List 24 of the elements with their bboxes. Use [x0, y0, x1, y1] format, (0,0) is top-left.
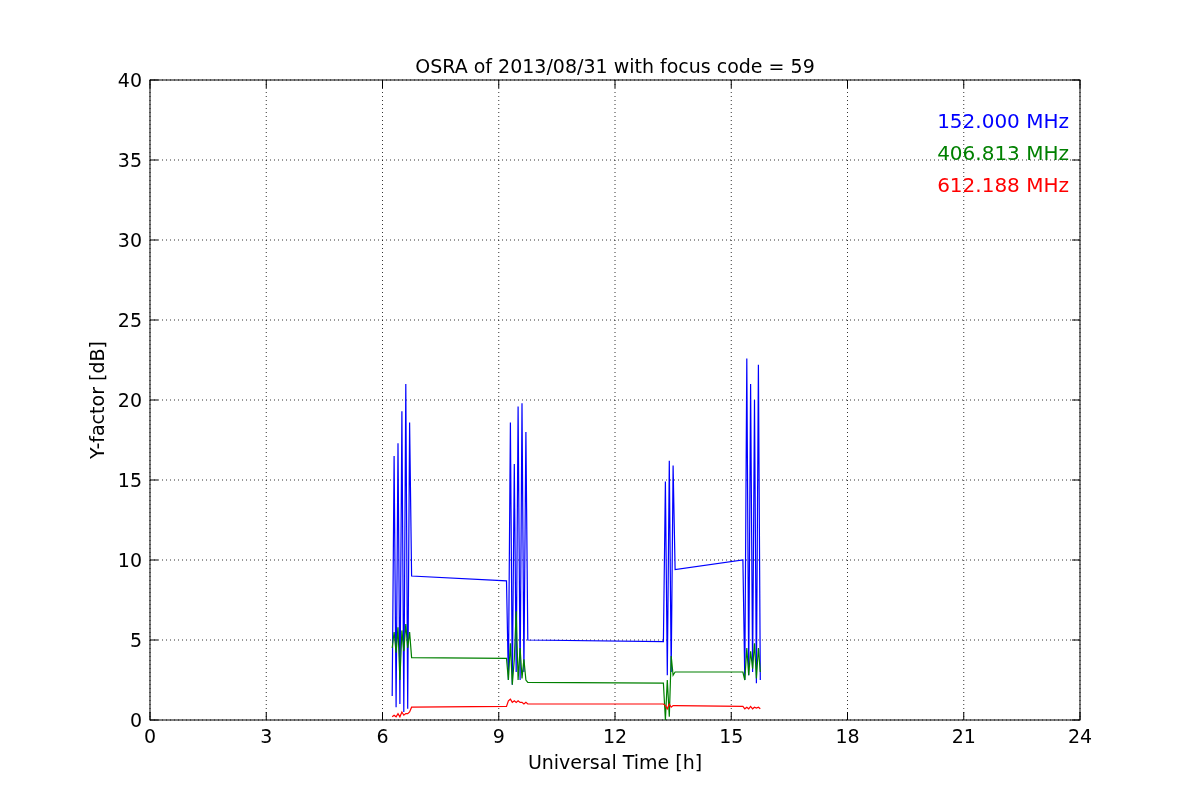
y-tick-label: 40 — [117, 69, 142, 91]
legend-label: 612.188 MHz — [937, 173, 1069, 197]
x-tick-label: 3 — [260, 725, 273, 747]
x-tick-label: 6 — [376, 725, 389, 747]
legend-label: 152.000 MHz — [937, 109, 1069, 133]
y-tick-label: 20 — [117, 389, 142, 411]
x-axis-label: Universal Time [h] — [527, 751, 703, 773]
x-tick-label: 12 — [602, 725, 628, 747]
chart-title: OSRA of 2013/08/31 with focus code = 59 — [415, 55, 815, 77]
x-tick-label: 0 — [143, 725, 157, 747]
y-tick-label: 0 — [129, 709, 142, 731]
y-tick-label: 30 — [117, 229, 142, 251]
y-tick-label: 10 — [117, 549, 142, 571]
x-tick-label: 21 — [951, 725, 976, 747]
y-tick-label: 5 — [129, 629, 142, 651]
x-tick-label: 24 — [1067, 725, 1093, 747]
x-tick-label: 9 — [492, 725, 505, 747]
y-tick-label: 35 — [117, 149, 142, 171]
y-tick-label: 25 — [117, 309, 142, 331]
legend-label: 406.813 MHz — [937, 141, 1069, 165]
y-tick-label: 15 — [117, 469, 142, 491]
x-tick-label: 18 — [835, 725, 860, 747]
x-tick-label: 15 — [719, 725, 744, 747]
y-axis-label: Y-factor [dB] — [86, 341, 108, 459]
